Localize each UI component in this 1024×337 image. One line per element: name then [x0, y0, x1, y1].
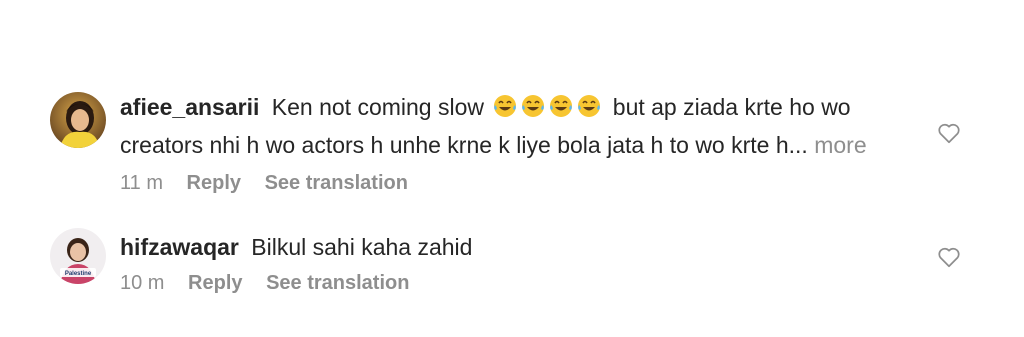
face-with-tears-of-joy-icon [578, 95, 601, 117]
comment-username[interactable]: afiee_ansarii [120, 94, 259, 120]
comment-text: hifzawaqar Bilkul sahi kaha zahid [120, 230, 910, 264]
comments-list: afiee_ansarii Ken not coming slow but ap… [0, 0, 1024, 337]
comment-meta: 10 m Reply See translation [120, 270, 910, 296]
comment-text-part: Bilkul sahi kaha zahid [251, 234, 473, 260]
emoji-group [492, 93, 604, 128]
face-with-tears-of-joy-icon [522, 95, 545, 117]
face-with-tears-of-joy-icon [550, 95, 573, 117]
more-link[interactable]: more [814, 132, 866, 158]
comment-body: afiee_ansarii Ken not coming slow but ap… [120, 88, 910, 196]
see-translation-button[interactable]: See translation [266, 270, 409, 296]
avatar[interactable] [50, 92, 106, 148]
comment-username[interactable]: hifzawaqar [120, 234, 239, 260]
avatar-caption: Palestine [65, 271, 92, 277]
reply-button[interactable]: Reply [187, 170, 241, 196]
user-avatar-photo-icon: Palestine [50, 228, 106, 284]
heart-outline-icon[interactable] [936, 244, 962, 270]
see-translation-button[interactable]: See translation [265, 170, 408, 196]
face-with-tears-of-joy-icon [494, 95, 517, 117]
comment-time: 10 m [120, 272, 165, 294]
comment-meta: 11 m Reply See translation [120, 170, 910, 196]
comment-text: afiee_ansarii Ken not coming slow but ap… [120, 90, 910, 162]
comment-time: 11 m [120, 172, 163, 194]
avatar[interactable]: Palestine [50, 228, 106, 284]
reply-button[interactable]: Reply [188, 270, 242, 296]
comment-text-part: Ken not coming slow [271, 94, 484, 120]
heart-outline-icon[interactable] [936, 120, 962, 146]
comment-body: hifzawaqar Bilkul sahi kaha zahid 10 m R… [120, 228, 910, 296]
user-avatar-photo-icon [50, 92, 106, 148]
